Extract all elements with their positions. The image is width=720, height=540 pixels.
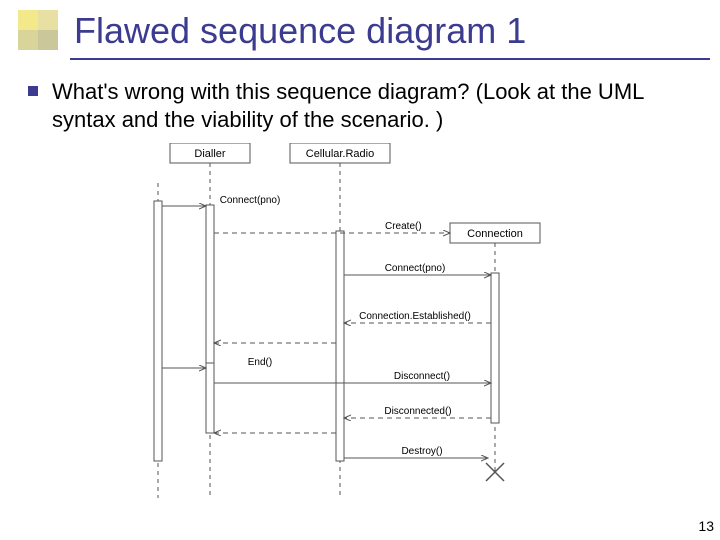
lifeline-dialler-label: Dialler <box>194 148 226 160</box>
sequence-diagram: Dialler Cellular.Radio Connection Connec… <box>150 143 580 503</box>
msg-end-label: End() <box>248 357 272 368</box>
page-title: Flawed sequence diagram 1 <box>74 10 526 52</box>
msg-destroy-label: Destroy() <box>401 446 442 457</box>
bullet-square-icon <box>28 86 38 96</box>
page-number: 13 <box>698 518 714 534</box>
msg-connect2-label: Connect(pno) <box>385 263 446 274</box>
msg-conn-est-label: Connection.Established() <box>359 311 471 322</box>
bullet-text: What's wrong with this sequence diagram?… <box>52 78 702 133</box>
corner-accent-icon <box>18 10 60 52</box>
msg-disconnect-label: Disconnect() <box>394 371 450 382</box>
msg-create-label: Create() <box>385 221 422 232</box>
bullet-item: What's wrong with this sequence diagram?… <box>28 78 702 133</box>
lifeline-cellular-radio-label: Cellular.Radio <box>306 148 374 160</box>
msg-disconnected-label: Disconnected() <box>384 406 451 417</box>
msg-connect1-label: Connect(pno) <box>220 195 281 206</box>
lifeline-connection-label: Connection <box>467 228 523 240</box>
title-row: Flawed sequence diagram 1 <box>0 0 720 52</box>
